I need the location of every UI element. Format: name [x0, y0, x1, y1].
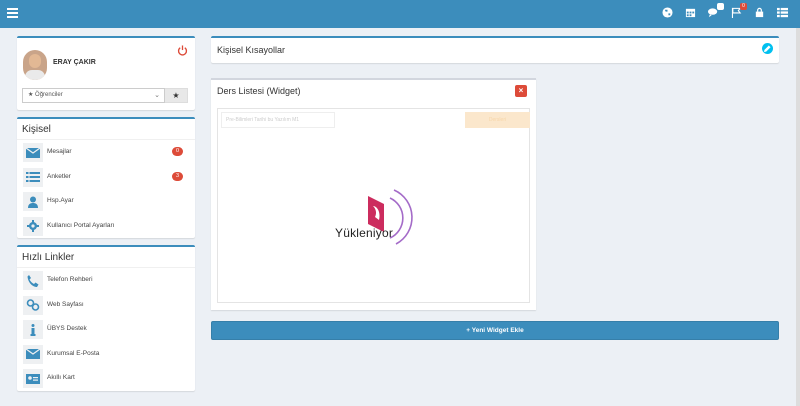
power-icon[interactable] — [177, 45, 188, 56]
user-icon — [23, 192, 43, 211]
favorite-button[interactable]: ★ — [165, 88, 188, 103]
kisisel-title: Kişisel — [17, 119, 195, 140]
star-small-icon: ★ — [28, 92, 36, 98]
kisisel-box: Kişisel Mesajlar 0 Anketler 3 Hsp.Ayar K… — [17, 117, 195, 238]
count-badge: 3 — [172, 171, 183, 181]
chevron-down-icon: ⌄ — [154, 92, 160, 99]
sidebar-item-ubys-destek[interactable]: ÜBYS Destek — [17, 317, 195, 342]
sidebar-item-label: Anketler — [47, 172, 71, 180]
navbar-icons: 0 — [661, 3, 788, 19]
comments-badge — [717, 3, 724, 10]
grid-icon[interactable] — [776, 7, 788, 19]
shortcuts-box: Kişisel Kısayollar — [211, 36, 779, 63]
widget-title: Ders Listesi (Widget) — [217, 86, 301, 96]
info-icon — [23, 320, 43, 339]
profile-box: ERAY ÇAKIR ★ Öğrenciler ⌄ ★ — [17, 36, 195, 110]
close-widget-button[interactable]: × — [515, 85, 527, 97]
shortcuts-title: Kişisel Kısayollar — [217, 45, 286, 55]
sidebar-item-label: Telefon Rehberi — [47, 276, 93, 283]
course-select[interactable]: Pre-Bilimleri Tarihi bu Yazılım M1 — [221, 112, 335, 128]
sidebar-item-label: Web Sayfası — [47, 300, 84, 308]
hizli-linkler-title: Hızlı Linkler — [17, 247, 195, 268]
scrollbar[interactable] — [796, 28, 800, 406]
globe-icon[interactable] — [661, 7, 673, 19]
left-column: ERAY ÇAKIR ★ Öğrenciler ⌄ ★ Kişisel Mesa… — [17, 36, 195, 391]
link-icon — [23, 295, 43, 315]
sidebar-item-akilli-kart[interactable]: Akıllı Kart — [17, 366, 195, 391]
gear-icon — [23, 216, 43, 236]
sidebar-item-web-sayfasi[interactable]: Web Sayfası — [17, 293, 195, 318]
pencil-icon — [764, 45, 771, 52]
sidebar-item-kurumsal-eposta[interactable]: Kurumsal E-Posta — [17, 342, 195, 367]
sidebar-item-telefon-rehberi[interactable]: Telefon Rehberi — [17, 268, 195, 293]
sidebar-item-label: Mesajlar — [47, 148, 72, 155]
sidebar-item-anketler[interactable]: Anketler 3 — [17, 165, 195, 190]
username: ERAY ÇAKIR — [53, 59, 96, 66]
envelope-icon — [23, 143, 43, 162]
hamburger-menu-icon[interactable] — [7, 8, 18, 19]
top-navbar: 0 — [0, 0, 800, 28]
courses-button[interactable]: Dersleri — [465, 112, 530, 128]
role-select-value: Öğrenciler — [35, 92, 63, 98]
id-card-icon — [23, 369, 43, 388]
flag-badge: 0 — [740, 3, 747, 10]
sidebar-item-label: Akıllı Kart — [47, 374, 75, 381]
edit-shortcuts-button[interactable] — [762, 43, 773, 54]
count-badge: 0 — [172, 147, 183, 156]
comments-icon[interactable] — [707, 3, 724, 19]
sidebar-item-hsp-ayar[interactable]: Hsp.Ayar — [17, 189, 195, 214]
loading-text: Yükleniyor — [335, 226, 394, 240]
loading-spinner-icon — [368, 189, 413, 245]
hizli-linkler-box: Hızlı Linkler Telefon Rehberi Web Sayfas… — [17, 245, 195, 391]
sidebar-item-label: Hsp.Ayar — [47, 197, 74, 204]
list-icon — [23, 167, 43, 187]
sidebar-item-portal-ayarlari[interactable]: Kullanıcı Portal Ayarları — [17, 214, 195, 239]
envelope-icon — [23, 344, 43, 364]
sidebar-item-mesajlar[interactable]: Mesajlar 0 — [17, 140, 195, 165]
sidebar-item-label: ÜBYS Destek — [47, 325, 87, 332]
lock-icon[interactable] — [753, 7, 765, 19]
widget-content: Pre-Bilimleri Tarihi bu Yazılım M1 Dersl… — [217, 108, 530, 303]
sidebar-item-label: Kullanıcı Portal Ayarları — [47, 221, 115, 229]
calendar-icon[interactable] — [684, 7, 696, 19]
ders-listesi-widget: Ders Listesi (Widget) × Pre-Bilimleri Ta… — [211, 78, 536, 310]
role-select-row: ★ Öğrenciler ⌄ ★ — [22, 88, 188, 103]
avatar — [23, 50, 47, 80]
role-select[interactable]: ★ Öğrenciler ⌄ — [22, 88, 165, 103]
add-widget-button[interactable]: + Yeni Widget Ekle — [211, 321, 779, 340]
flag-icon[interactable]: 0 — [730, 3, 747, 19]
sidebar-item-label: Kurumsal E-Posta — [47, 349, 100, 357]
phone-icon — [23, 271, 43, 290]
